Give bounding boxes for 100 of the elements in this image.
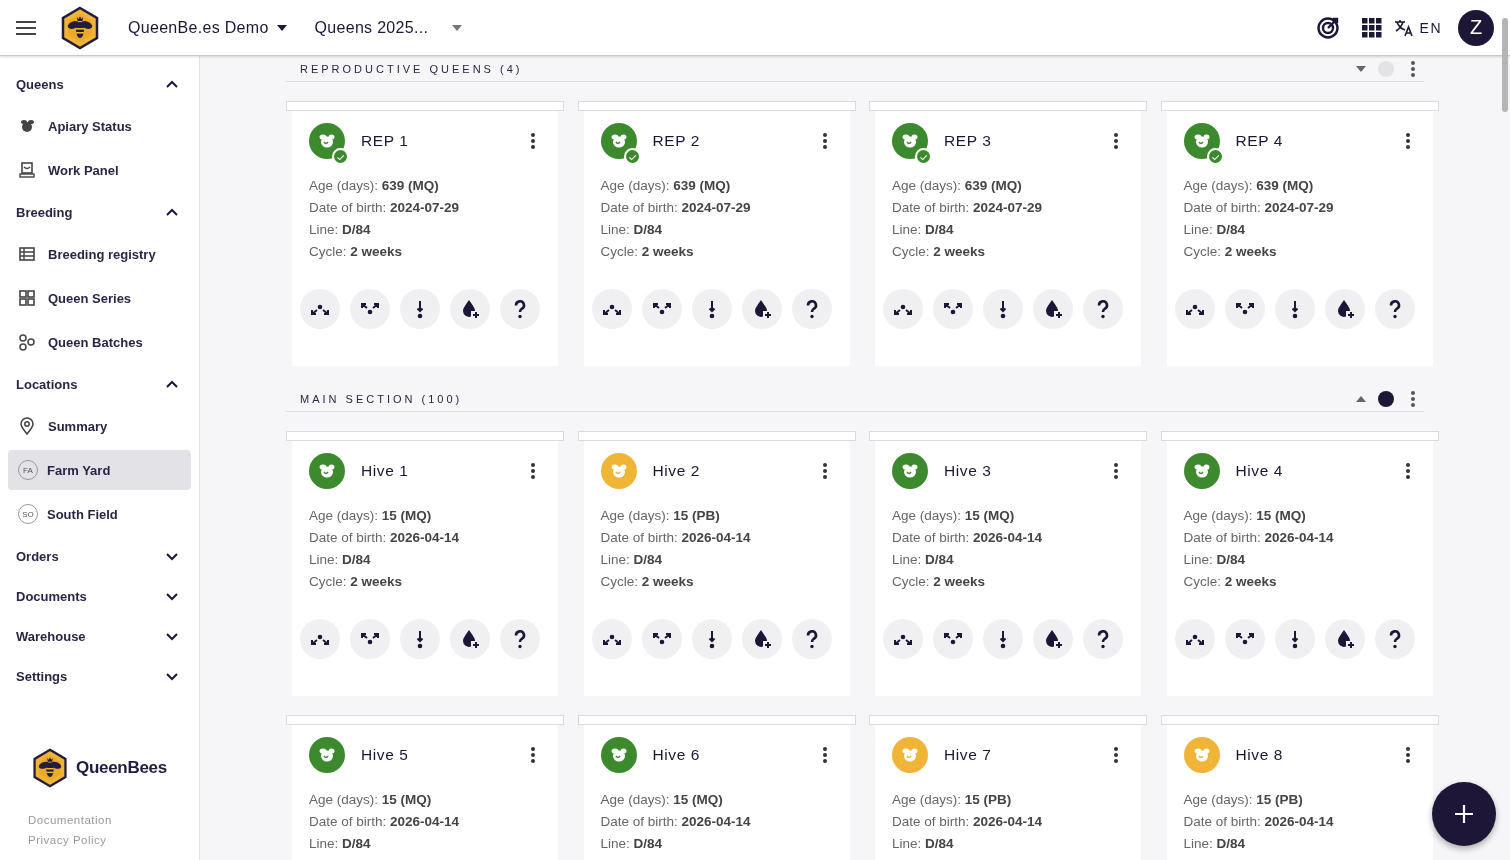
action-button[interactable] (741, 289, 782, 329)
chevron-icon[interactable] (165, 631, 179, 641)
field-text: Age (days): 639 (MQ) (892, 177, 1023, 195)
action-button[interactable] (1224, 289, 1265, 329)
action-button[interactable] (500, 289, 540, 329)
apps-grid-icon[interactable] (1361, 17, 1382, 38)
action-button[interactable] (1083, 289, 1123, 329)
chevron-icon[interactable] (165, 551, 179, 561)
action-button[interactable] (1174, 289, 1215, 329)
more-icon[interactable] (530, 746, 536, 764)
status-dot[interactable] (1378, 390, 1394, 407)
chevron-icon[interactable] (165, 671, 179, 681)
action-button[interactable] (591, 619, 632, 659)
action-button[interactable] (500, 619, 540, 659)
caret-icon[interactable] (1356, 395, 1366, 402)
action-button[interactable] (1033, 619, 1073, 659)
card-title: Hive 6 (652, 746, 702, 764)
nav-group[interactable]: Breeding (8, 192, 191, 232)
field-text: Line: D/84 (1183, 221, 1247, 239)
action-button[interactable] (350, 619, 390, 659)
nav-group[interactable]: Warehouse (8, 616, 191, 656)
bee-icon (1192, 133, 1211, 149)
action-button[interactable] (400, 619, 440, 659)
nav-item[interactable]: Work Panel (8, 148, 191, 192)
action-button[interactable] (883, 289, 923, 329)
action-button[interactable] (983, 289, 1023, 329)
action-button[interactable] (691, 289, 732, 329)
action-button[interactable] (1324, 289, 1365, 329)
action-button[interactable] (1324, 619, 1365, 659)
nav-group[interactable]: Settings (8, 656, 191, 696)
action-button[interactable] (741, 619, 782, 659)
more-icon[interactable] (1113, 132, 1119, 150)
scrollbar[interactable] (1502, 18, 1508, 112)
nav-item[interactable]: Summary (8, 404, 191, 448)
action-button[interactable] (1274, 289, 1315, 329)
location-pin-icon (18, 417, 36, 435)
more-icon[interactable] (1404, 462, 1411, 480)
season-selector[interactable]: Queens 2025... (314, 18, 463, 37)
action-button[interactable] (1033, 289, 1073, 329)
arrow-down-icon (416, 299, 424, 319)
action-button[interactable] (450, 289, 490, 329)
action-button[interactable] (400, 289, 440, 329)
nav-group[interactable]: Queens (8, 64, 191, 104)
organization-selector[interactable]: QueenBe.es Demo (128, 18, 287, 37)
nav-group[interactable]: Documents (8, 576, 191, 616)
action-button[interactable] (1374, 289, 1415, 329)
field-text: Line: D/84 (892, 551, 955, 569)
action-button[interactable] (983, 619, 1023, 659)
menu-icon[interactable] (16, 20, 36, 35)
action-button[interactable] (933, 289, 973, 329)
action-button[interactable] (350, 289, 390, 329)
language-button[interactable]: EN (1393, 17, 1442, 38)
chevron-icon[interactable] (165, 379, 179, 389)
action-button[interactable] (1083, 619, 1123, 659)
more-icon[interactable] (1410, 59, 1416, 78)
more-icon[interactable] (530, 462, 536, 480)
chevron-icon[interactable] (165, 207, 179, 217)
field-text: Date of birth: 2026-04-14 (309, 529, 461, 547)
action-button[interactable] (1274, 619, 1315, 659)
action-button[interactable] (300, 619, 340, 659)
more-icon[interactable] (530, 132, 536, 150)
action-button[interactable] (883, 619, 923, 659)
more-icon[interactable] (1113, 462, 1119, 480)
nav-item[interactable]: SO South Field (8, 494, 191, 534)
action-button[interactable] (450, 619, 490, 659)
caret-icon[interactable] (1356, 65, 1366, 72)
more-icon[interactable] (821, 132, 828, 150)
nav-item[interactable]: Breeding registry (8, 232, 191, 276)
more-icon[interactable] (1410, 389, 1416, 408)
action-button[interactable] (1224, 619, 1265, 659)
action-button[interactable] (300, 289, 340, 329)
action-button[interactable] (791, 619, 832, 659)
more-icon[interactable] (1404, 132, 1411, 150)
field-text: Age (days): 15 (MQ) (892, 507, 1016, 525)
action-button[interactable] (641, 289, 682, 329)
chevron-icon[interactable] (165, 79, 179, 89)
user-avatar[interactable]: Z (1458, 9, 1494, 46)
more-icon[interactable] (1113, 746, 1119, 764)
nav-group[interactable]: Orders (8, 536, 191, 576)
action-button[interactable] (641, 619, 682, 659)
action-button[interactable] (791, 289, 832, 329)
more-icon[interactable] (1404, 746, 1411, 764)
nav-item[interactable]: FA Farm Yard (8, 450, 191, 490)
nav-item[interactable]: Apiary Status (8, 104, 191, 148)
nav-group[interactable]: Locations (8, 364, 191, 404)
chevron-icon[interactable] (165, 591, 179, 601)
field-text: Age (days): 15 (MQ) (309, 507, 433, 525)
action-button[interactable] (933, 619, 973, 659)
nav-item[interactable]: Queen Series (8, 276, 191, 320)
action-button[interactable] (691, 619, 732, 659)
target-icon[interactable] (1315, 15, 1340, 40)
nav-item[interactable]: Queen Batches (8, 320, 191, 364)
add-button[interactable] (1432, 782, 1496, 846)
action-button[interactable] (1174, 619, 1215, 659)
action-button[interactable] (1374, 619, 1415, 659)
card-title: REP 4 (1235, 132, 1285, 150)
action-button[interactable] (591, 289, 632, 329)
more-icon[interactable] (821, 462, 828, 480)
field-text: Cycle: 2 weeks (309, 573, 404, 591)
more-icon[interactable] (821, 746, 828, 764)
